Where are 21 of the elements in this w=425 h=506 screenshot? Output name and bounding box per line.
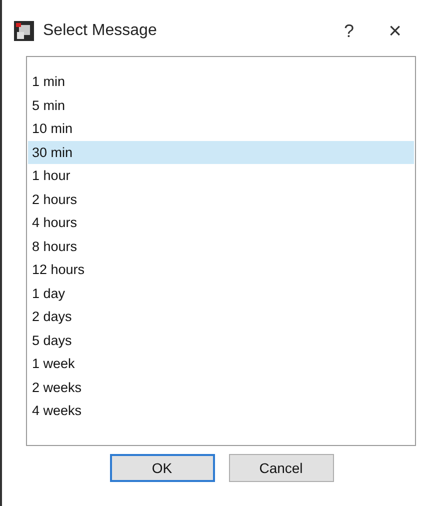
list-item[interactable]: 5 min bbox=[28, 94, 414, 117]
list-item[interactable]: 2 hours bbox=[28, 188, 414, 211]
list-item[interactable]: 1 week bbox=[28, 352, 414, 376]
list-item[interactable]: 8 hours bbox=[28, 234, 414, 258]
ok-button[interactable]: OK bbox=[110, 454, 214, 482]
help-button[interactable]: ? bbox=[331, 20, 367, 42]
app-icon bbox=[14, 21, 34, 41]
list-item[interactable]: 12 hours bbox=[28, 258, 414, 282]
window-title: Select Message bbox=[43, 22, 158, 40]
list-item[interactable]: 1 day bbox=[28, 282, 414, 305]
list-item[interactable]: 2 days bbox=[28, 305, 414, 328]
list-item[interactable]: 4 hours bbox=[28, 211, 414, 234]
list-item[interactable]: 5 days bbox=[28, 328, 414, 352]
list-item[interactable]: 1 min bbox=[28, 70, 414, 94]
list-item[interactable]: 30 min bbox=[28, 140, 414, 164]
list-item[interactable]: 10 min bbox=[28, 117, 414, 140]
list-item[interactable]: 1 hour bbox=[28, 164, 414, 188]
close-button[interactable]: × bbox=[377, 18, 413, 44]
list-item[interactable]: 2 weeks bbox=[28, 376, 414, 399]
cancel-button[interactable]: Cancel bbox=[228, 454, 334, 482]
list-item[interactable]: 4 weeks bbox=[28, 399, 414, 422]
